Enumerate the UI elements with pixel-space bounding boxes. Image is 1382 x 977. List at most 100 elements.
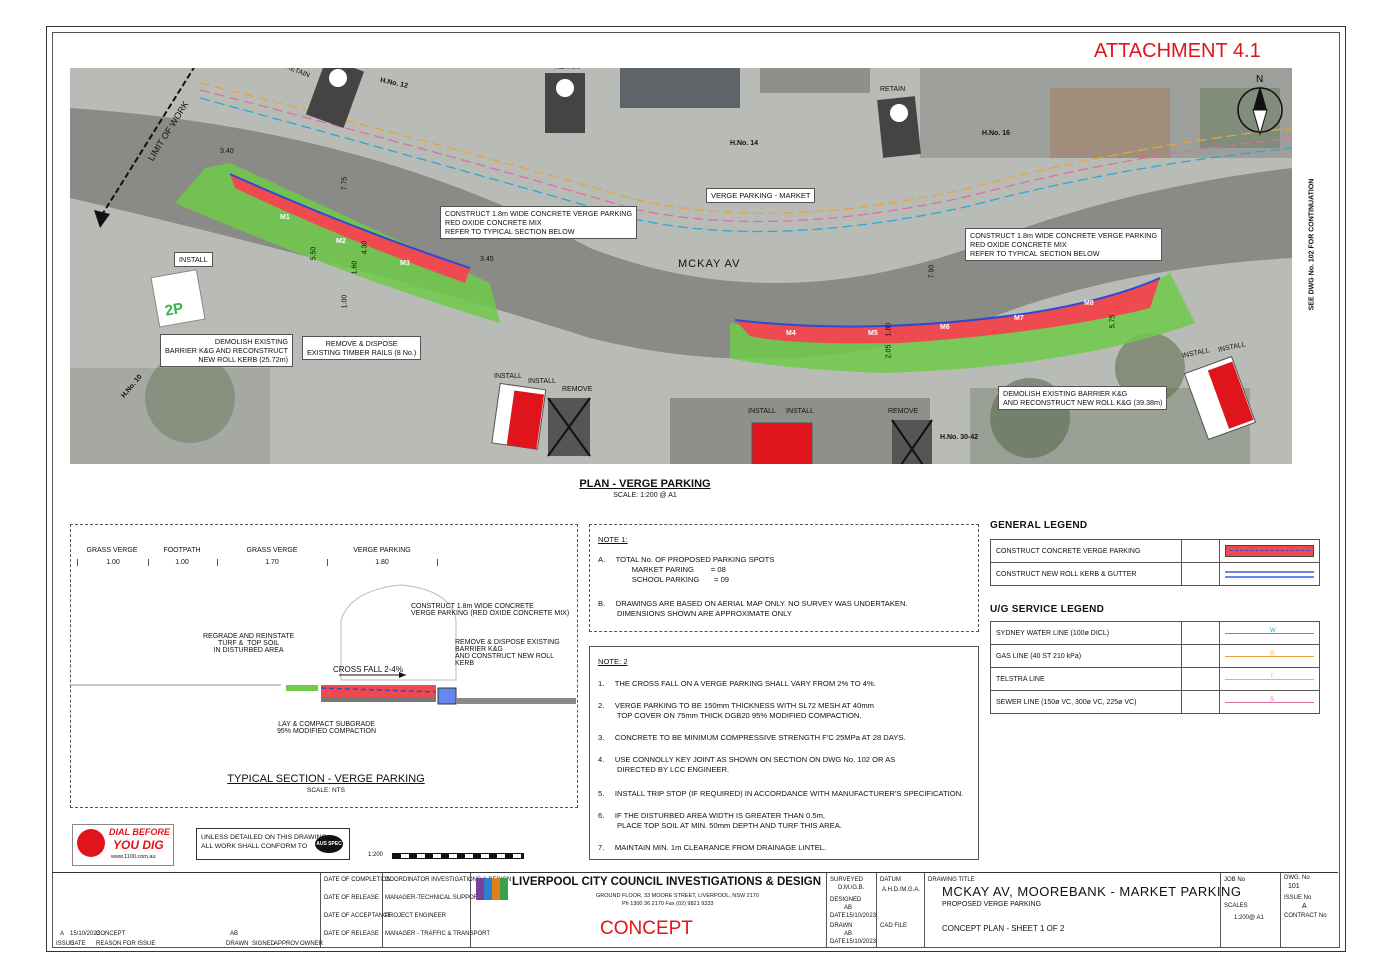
tb-scale-label: SCALES [1224,903,1248,909]
crossfall-label: CROSS FALL 2-4% [333,665,403,674]
rev-header: DATE [70,941,86,947]
scale-bar [392,853,524,859]
subgrade-label: LAY & COMPACT SUBGRADE 95% MODIFIED COMP… [277,721,377,735]
continuation-note: SEE DWG No. 102 FOR CONTINUATION [1308,178,1316,311]
legend-row: SEWER LINE (150ø VC, 300ø VC, 225ø VC) S [990,690,1320,714]
tb-datum-label: DATUM [880,877,901,883]
section-scale: SCALE: NTS [307,787,345,794]
legend-label: CONSTRUCT CONCRETE VERGE PARKING [989,539,1183,563]
tb-date-label: DATE [830,913,846,919]
legend-row: TELSTRA LINE T [990,667,1320,691]
legend-row: SYDNEY WATER LINE (100ø DICL) W [990,621,1320,645]
sign-install-1 [491,382,547,450]
tb-cad-label: CAD FILE [880,923,908,929]
install-label: INSTALL [748,408,776,415]
rev-issue: A [60,931,65,937]
tb-dwg-no: 101 [1288,883,1300,890]
dbyd-line1: DIAL BEFORE [109,827,170,837]
note-2-item: 6. IF THE DISTURBED AREA WIDTH IS GREATE… [598,811,842,830]
plan-title: PLAN - VERGE PARKING [579,478,711,490]
tb-contract-label: CONTRACT No [1284,913,1327,919]
tb-surveyed: D.M./G.B. [838,885,865,891]
dimension: 3.40 [220,148,234,155]
retain-sign-3 [877,96,921,158]
general-legend-title: GENERAL LEGEND [990,520,1088,531]
tb-row-label: DATE OF COMPLETION [324,877,391,883]
turf-shape [286,685,318,691]
note-2-item: 4. USE CONNOLLY KEY JOINT AS SHOWN ON SE… [598,755,896,774]
note-2-title: NOTE: 2 [598,657,628,666]
note-2-item: 3. CONCRETE TO BE MINIMUM COMPRESSIVE ST… [598,733,906,742]
drawing-subtitle: PROPOSED VERGE PARKING [942,901,1042,908]
legend-row: CONSTRUCT NEW ROLL KERB & GUTTER [989,562,1320,586]
dimension: 3.45 [480,256,494,263]
continuation-note-wrap: SEE DWG No. 102 FOR CONTINUATION [1282,179,1332,311]
section-col-width: 1.00 [147,559,218,566]
dimension: 1.00 [341,294,349,309]
dial-before-you-dig-logo: DIAL BEFORE YOU DIG www.1100.com.au [72,824,174,866]
section-col-name: VERGE PARKING [353,547,411,554]
drawing-title: MCKAY AV, MOOREBANK - MARKET PARKING [942,884,1242,899]
dimension: 5.50 [310,246,318,261]
aus-spec-box: UNLESS DETAILED ON THIS DRAWING ALL WORK… [196,828,350,860]
ug-legend-title: U/G SERVICE LEGEND [990,604,1105,615]
tb-date: 15/10/2023 [846,939,877,945]
demolish-callout-right: DEMOLISH EXISTING BARRIER K&G AND RECONS… [998,386,1168,410]
general-legend-table: CONSTRUCT CONCRETE VERGE PARKING CONSTRU… [989,539,1320,586]
legend-label: GAS LINE (40 ST 210 kPa) [990,644,1182,668]
sign-2p-left: 2P [150,269,206,328]
legend-code: W [1270,628,1276,634]
tb-issue-label: ISSUE No [1284,895,1312,901]
note-1-b: B. DRAWINGS ARE BASED ON AERIAL MAP ONLY… [598,599,908,618]
tb-role: MANAGER - TRAFFIC & TRANSPORT [385,931,491,937]
bay-label: M1 [280,214,290,221]
attachment-label: ATTACHMENT 4.1 [1094,40,1261,62]
council-phone: Ph 1300 36 2170 Fax (02) 9821 9333 [622,901,714,907]
section-col-name: FOOTPATH [163,547,201,554]
note-2-item: 2. VERGE PARKING TO BE 150mm THICKNESS W… [598,701,874,720]
roof-shape [620,68,740,108]
note-2-box: NOTE: 2 1. THE CROSS FALL ON A VERGE PAR… [589,646,979,860]
note-2-item: 1. THE CROSS FALL ON A VERGE PARKING SHA… [598,679,876,688]
note-2-item: 5. INSTALL TRIP STOP (IF REQUIRED) IN AC… [598,789,964,798]
typical-section-box: GRASS VERGE 1.00 FOOTPATH 1.00 GRASS VER… [70,524,578,808]
dimension: 7.75 [341,176,349,191]
svg-text:N: N [1256,74,1263,85]
tb-role: MANAGER-TECHNICAL SUPPORT [385,895,482,901]
demolish-callout-left: DEMOLISH EXISTING BARRIER K&G AND RECONS… [160,334,294,367]
rev-drawn: AB [230,931,239,937]
bay-label: M4 [786,330,796,337]
legend-row: CONSTRUCT CONCRETE VERGE PARKING [989,539,1320,563]
tb-job-label: JOB No [1224,877,1246,883]
aus-spec-logo: AUS SPEC [315,835,343,853]
plan-aerial: 2P N LIMIT OF WORK RETAIN RETAIN RETAIN … [70,68,1292,464]
bay-label: M6 [940,324,950,331]
legend-swatch-water: W [1219,621,1320,645]
bay-label: M3 [400,260,410,267]
remove-callout: REMOVE & DISPOSE EXISTING TIMBER RAILS (… [302,336,422,360]
legend-label: CONSTRUCT NEW ROLL KERB & GUTTER [989,562,1183,586]
legend: GENERAL LEGEND CONSTRUCT CONCRETE VERGE … [989,520,1320,714]
dimension: 1.60 [351,260,359,275]
legend-swatch-parking [1219,539,1320,563]
legend-swatch-telstra: T [1219,667,1320,691]
roll-kerb-shape [437,687,457,705]
tb-row-label: DATE OF RELEASE [324,931,379,937]
remove-label: REMOVE [888,408,919,415]
legend-code: T [1270,674,1274,680]
council-logo [476,878,508,900]
drawing-sheet: CONCEPT PLAN - SHEET 1 OF 2 [942,924,1065,933]
sign-remove-2 [891,419,933,464]
dimension: 2.05 [885,344,893,359]
install-label: INSTALL [786,408,814,415]
section-dimensions: GRASS VERGE 1.00 FOOTPATH 1.00 GRASS VER… [77,547,447,577]
rev-reason: CONCEPT [96,931,126,937]
tb-drawn: AB [844,931,853,937]
section-title: TYPICAL SECTION - VERGE PARKING [227,773,425,785]
tb-role: PROJECT ENGINEER [385,913,446,919]
section-col-width: 1.70 [217,559,328,566]
section-remove-label: REMOVE & DISPOSE EXISTING BARRIER K&G AN… [455,639,560,667]
tb-drawn-label: DRAWN [830,923,853,929]
street-name: MCKAY AV [678,258,741,270]
sign-remove-1 [547,397,591,457]
